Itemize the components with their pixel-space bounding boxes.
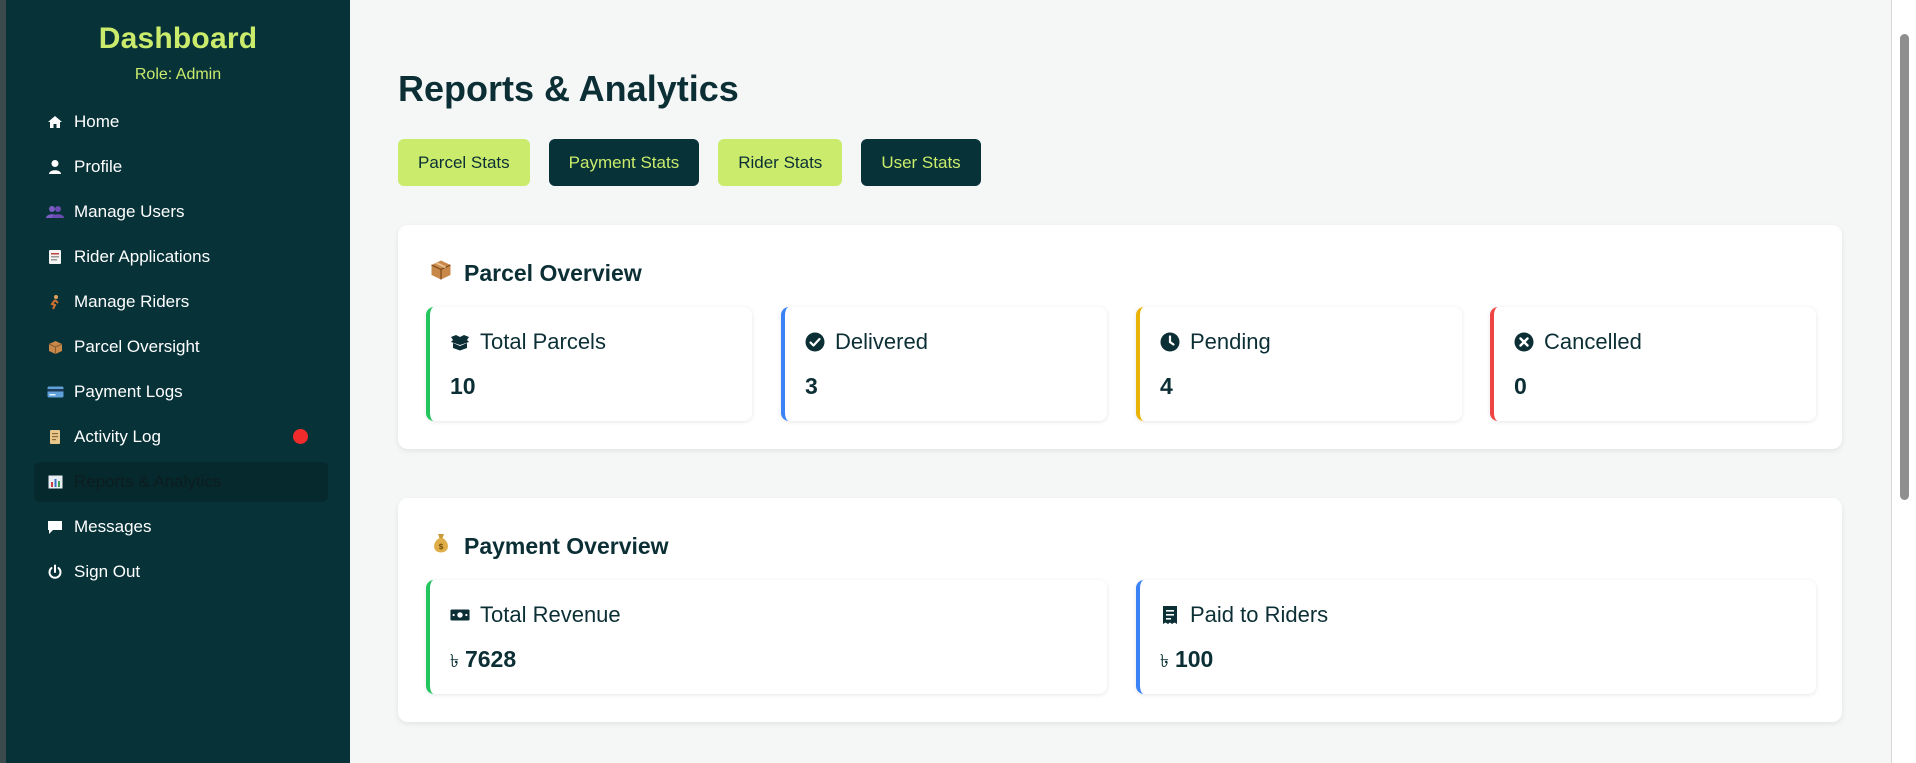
tab-payment-stats[interactable]: Payment Stats (548, 139, 700, 186)
parcel-overview-section: Parcel Overview Total Parcels 10 Deliver… (398, 225, 1842, 449)
stat-label: Cancelled (1544, 329, 1642, 354)
stat-card-delivered: Delivered 3 (781, 307, 1107, 421)
sidebar-item-sign-out[interactable]: Sign Out (34, 552, 328, 592)
sidebar-item-activity-log[interactable]: Activity Log (34, 417, 328, 457)
sidebar: Dashboard Role: Admin Home Profile Manag… (0, 0, 350, 763)
sidebar-item-payment-logs[interactable]: Payment Logs (34, 372, 328, 412)
sidebar-item-label: Manage Users (74, 202, 185, 221)
tab-user-stats[interactable]: User Stats (861, 139, 981, 186)
stat-label: Paid to Riders (1190, 602, 1329, 627)
money-bag-icon: $ (430, 532, 452, 560)
sidebar-item-label: Sign Out (74, 562, 141, 581)
package-icon (44, 340, 66, 355)
users-icon (44, 205, 66, 219)
stats-tabs: Parcel Stats Payment Stats Rider Stats U… (398, 139, 1000, 186)
sidebar-item-label: Rider Applications (74, 247, 211, 266)
parcel-overview-title: Parcel Overview (430, 259, 642, 287)
message-icon (44, 520, 66, 535)
tab-rider-stats[interactable]: Rider Stats (718, 139, 843, 186)
bar-chart-icon (44, 475, 66, 489)
stat-number: 100 (1174, 646, 1214, 672)
currency-symbol: ৳ (450, 651, 459, 671)
stat-value: 3 (805, 373, 818, 399)
sidebar-item-parcel-oversight[interactable]: Parcel Oversight (34, 327, 328, 367)
sidebar-item-label: Home (74, 112, 120, 131)
section-title-text: Parcel Overview (464, 259, 642, 286)
dashboard-title: Dashboard (98, 22, 258, 55)
sidebar-menu: Home Profile Manage Users Rider Applicat… (6, 102, 350, 592)
stat-value: 0 (1514, 373, 1527, 399)
payment-overview-section: $ Payment Overview Total Revenue ৳ 7628 P… (398, 498, 1842, 722)
sidebar-item-label: Profile (74, 157, 123, 176)
stat-card-pending: Pending 4 (1136, 307, 1462, 421)
sidebar-item-label: Manage Riders (74, 292, 190, 311)
stat-value: ৳ 100 (1160, 646, 1213, 678)
tab-parcel-stats[interactable]: Parcel Stats (398, 139, 530, 186)
stat-label: Total Parcels (480, 329, 606, 354)
boxes-icon (450, 332, 470, 352)
money-bill-icon (450, 605, 470, 625)
sidebar-item-home[interactable]: Home (34, 102, 328, 142)
currency-symbol: ৳ (1160, 651, 1169, 671)
page-title: Reports & Analytics (398, 68, 739, 109)
payment-overview-title: $ Payment Overview (430, 532, 669, 560)
sidebar-item-messages[interactable]: Messages (34, 507, 328, 547)
stat-value: ৳ 7628 (450, 646, 516, 678)
sidebar-item-label: Reports & Analytics (74, 472, 222, 491)
scroll-icon (44, 429, 66, 445)
notification-dot (293, 429, 308, 444)
sidebar-item-label: Messages (74, 517, 152, 536)
sidebar-item-reports-analytics[interactable]: Reports & Analytics (34, 462, 328, 502)
user-icon (44, 159, 66, 175)
stat-label: Delivered (835, 329, 928, 354)
sidebar-item-manage-users[interactable]: Manage Users (34, 192, 328, 232)
clock-icon (1160, 332, 1180, 352)
stat-value: 4 (1160, 373, 1173, 399)
credit-card-icon (44, 386, 66, 398)
stat-card-cancelled: Cancelled 0 (1490, 307, 1816, 421)
user-role: Role: Admin (134, 66, 222, 83)
stat-label: Total Revenue (480, 602, 621, 627)
sidebar-brand: Dashboard Role: Admin (6, 0, 350, 84)
rider-icon (44, 294, 66, 310)
sidebar-item-label: Parcel Oversight (74, 337, 200, 356)
stat-number: 7628 (464, 646, 517, 672)
sidebar-item-rider-applications[interactable]: Rider Applications (34, 237, 328, 277)
x-circle-icon (1514, 332, 1534, 352)
package-icon (430, 259, 452, 287)
sidebar-item-manage-riders[interactable]: Manage Riders (34, 282, 328, 322)
home-icon (44, 115, 66, 129)
stat-card-total-parcels: Total Parcels 10 (426, 307, 752, 421)
check-circle-icon (805, 332, 825, 352)
scrollbar-thumb[interactable] (1900, 34, 1909, 500)
sidebar-item-label: Payment Logs (74, 382, 183, 401)
receipt-icon (1160, 605, 1180, 625)
section-title-text: Payment Overview (464, 532, 669, 559)
sidebar-item-label: Activity Log (74, 427, 161, 446)
stat-card-total-revenue: Total Revenue ৳ 7628 (426, 580, 1107, 694)
main-content: Reports & Analytics Parcel Stats Payment… (350, 0, 1891, 763)
stat-value: 10 (450, 373, 476, 399)
vertical-scrollbar[interactable] (1891, 0, 1916, 763)
stat-label: Pending (1190, 329, 1271, 354)
document-icon (44, 249, 66, 265)
svg-text:$: $ (438, 542, 444, 551)
sidebar-item-profile[interactable]: Profile (34, 147, 328, 187)
power-icon (44, 564, 66, 580)
stat-card-paid-to-riders: Paid to Riders ৳ 100 (1136, 580, 1816, 694)
